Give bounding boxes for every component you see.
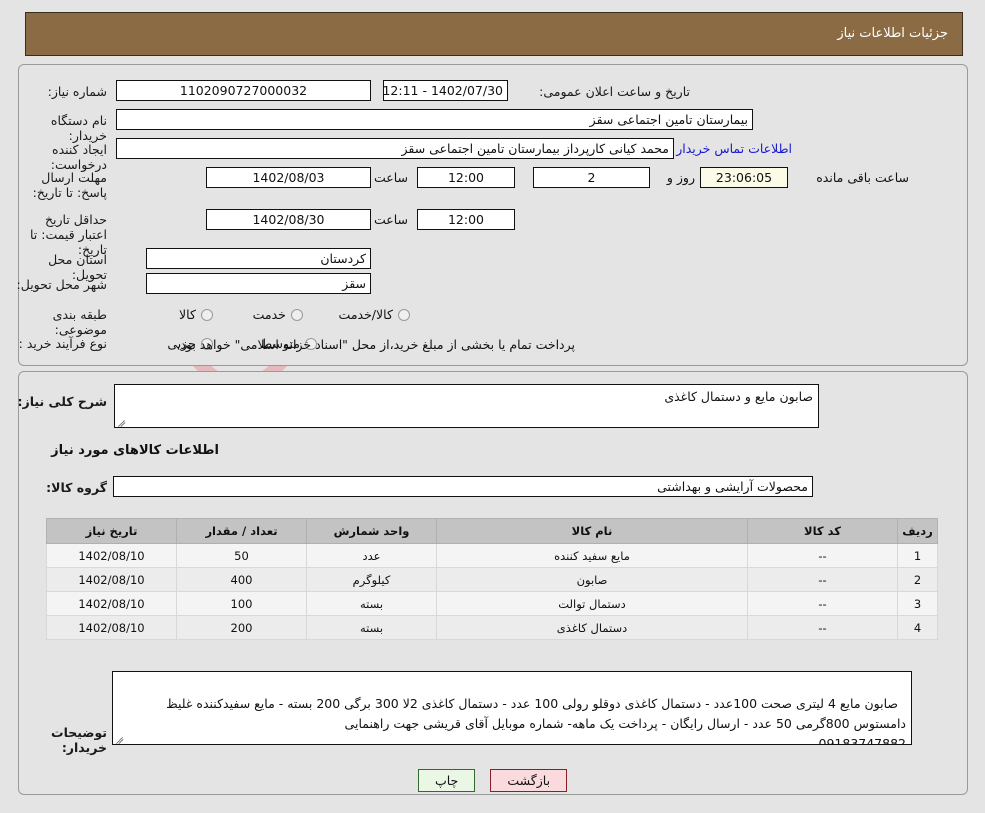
classification-option-0-label: کالا: [179, 307, 196, 322]
cell-code: --: [747, 591, 898, 616]
delivery-city-value: سقز: [146, 273, 371, 294]
cell-qty: 50: [176, 543, 307, 568]
cell-code: --: [747, 543, 898, 568]
resize-handle-icon[interactable]: [117, 416, 127, 426]
buyer-contact-link[interactable]: اطلاعات تماس خریدار: [676, 138, 792, 159]
th-qty: تعداد / مقدار: [176, 518, 307, 544]
delivery-city-label: شهر محل تحویل:: [16, 277, 107, 292]
cell-unit: کیلوگرم: [306, 567, 437, 592]
cell-name: دستمال کاغذی: [436, 615, 748, 640]
response-deadline-label: مهلت ارسال پاسخ: تا تاریخ:: [32, 170, 107, 200]
general-desc-value: صابون مایع و دستمال کاغذی: [664, 389, 813, 404]
page-title: جزئیات اطلاعات نیاز: [837, 26, 948, 41]
radio-icon[interactable]: [291, 309, 303, 321]
cell-unit: بسته: [306, 591, 437, 616]
requester-value: محمد کیانی کارپرداز بیمارستان تامین اجتم…: [116, 138, 674, 159]
page-header: جزئیات اطلاعات نیاز: [25, 12, 963, 56]
th-unit: واحد شمارش: [306, 518, 437, 544]
cell-date: 1402/08/10: [46, 615, 177, 640]
classification-option-1[interactable]: خدمت: [253, 304, 303, 325]
price-validity-date: 1402/08/30: [206, 209, 371, 230]
table-row: 3 -- دستمال توالت بسته 100 1402/08/10: [46, 591, 938, 616]
table-row: 2 -- صابون کیلوگرم 400 1402/08/10: [46, 567, 938, 592]
response-deadline-hour-label: ساعت: [373, 170, 408, 185]
general-desc-textarea[interactable]: صابون مایع و دستمال کاغذی: [114, 384, 819, 428]
need-number-label: شماره نیاز:: [47, 84, 107, 99]
goods-table: ردیف کد کالا نام کالا واحد شمارش تعداد /…: [46, 518, 938, 640]
cell-date: 1402/08/10: [46, 543, 177, 568]
cell-qty: 100: [176, 591, 307, 616]
goods-group-value: محصولات آرایشی و بهداشتی: [113, 476, 813, 497]
cell-qty: 200: [176, 615, 307, 640]
classification-label: طبقه بندی موضوعی:: [52, 307, 107, 337]
cell-date: 1402/08/10: [46, 567, 177, 592]
table-row: 4 -- دستمال کاغذی بسته 200 1402/08/10: [46, 615, 938, 640]
buyer-notes-textarea[interactable]: صابون مایع 4 لیتری صحت 100عدد - دستمال ک…: [112, 671, 912, 745]
process-type-note: پرداخت تمام یا بخشی از مبلغ خرید،از محل …: [176, 337, 575, 352]
table-row: 1 -- مایع سفید کننده عدد 50 1402/08/10: [46, 543, 938, 568]
resize-handle-icon[interactable]: [115, 733, 125, 743]
response-deadline-hour: 12:00: [417, 167, 515, 188]
radio-icon[interactable]: [201, 309, 213, 321]
cell-date: 1402/08/10: [46, 591, 177, 616]
back-button[interactable]: بازگشت: [490, 769, 568, 792]
cell-name: صابون: [436, 567, 748, 592]
print-button[interactable]: چاپ: [417, 769, 476, 792]
response-deadline-date: 1402/08/03: [206, 167, 371, 188]
countdown-suffix: ساعت باقی مانده: [816, 170, 909, 185]
cell-row: 3: [897, 591, 938, 616]
need-number-value: 1102090727000032: [116, 80, 371, 101]
classification-option-1-label: خدمت: [252, 307, 286, 322]
cell-name: مایع سفید کننده: [436, 543, 748, 568]
cell-unit: عدد: [306, 543, 437, 568]
countdown-timer: 23:06:05: [700, 167, 788, 188]
classification-option-0[interactable]: کالا: [179, 304, 213, 325]
remaining-days: 2: [533, 167, 650, 188]
price-validity-hour: 12:00: [417, 209, 515, 230]
cell-code: --: [747, 615, 898, 640]
th-row: ردیف: [897, 518, 938, 544]
price-validity-hour-label: ساعت: [373, 212, 408, 227]
th-date: تاریخ نیاز: [46, 518, 177, 544]
classification-option-2[interactable]: کالا/خدمت: [339, 304, 410, 325]
cell-code: --: [747, 567, 898, 592]
th-code: کد کالا: [747, 518, 898, 544]
classification-option-2-label: کالا/خدمت: [338, 307, 393, 322]
cell-name: دستمال توالت: [436, 591, 748, 616]
public-announce-label: تاریخ و ساعت اعلان عمومی:: [539, 84, 690, 99]
cell-unit: بسته: [306, 615, 437, 640]
th-name: نام کالا: [436, 518, 748, 544]
remaining-days-suffix: روز و: [666, 170, 695, 185]
cell-qty: 400: [176, 567, 307, 592]
delivery-province-value: کردستان: [146, 248, 371, 269]
cell-row: 4: [897, 615, 938, 640]
buyer-org-value: بیمارستان تامین اجتماعی سقز: [116, 109, 753, 130]
goods-group-label: گروه کالا:: [46, 480, 107, 495]
public-announce-value: 1402/07/30 - 12:11: [383, 80, 508, 101]
table-header-row: ردیف کد کالا نام کالا واحد شمارش تعداد /…: [46, 518, 938, 544]
button-bar: بازگشت چاپ: [0, 769, 985, 792]
need-number-row: شماره نیاز:: [17, 82, 107, 99]
process-type-label: نوع فرآیند خرید :: [18, 336, 107, 351]
cell-row: 1: [897, 543, 938, 568]
cell-row: 2: [897, 567, 938, 592]
buyer-notes-value: صابون مایع 4 لیتری صحت 100عدد - دستمال ک…: [166, 696, 906, 745]
goods-heading: اطلاعات کالاهای مورد نیاز: [51, 443, 219, 458]
buyer-org-label: نام دستگاه خریدار:: [50, 113, 107, 143]
general-desc-label: شرح کلی نیاز:: [17, 394, 107, 409]
radio-icon[interactable]: [398, 309, 410, 321]
buyer-notes-label: توضیحات خریدار:: [51, 725, 107, 755]
